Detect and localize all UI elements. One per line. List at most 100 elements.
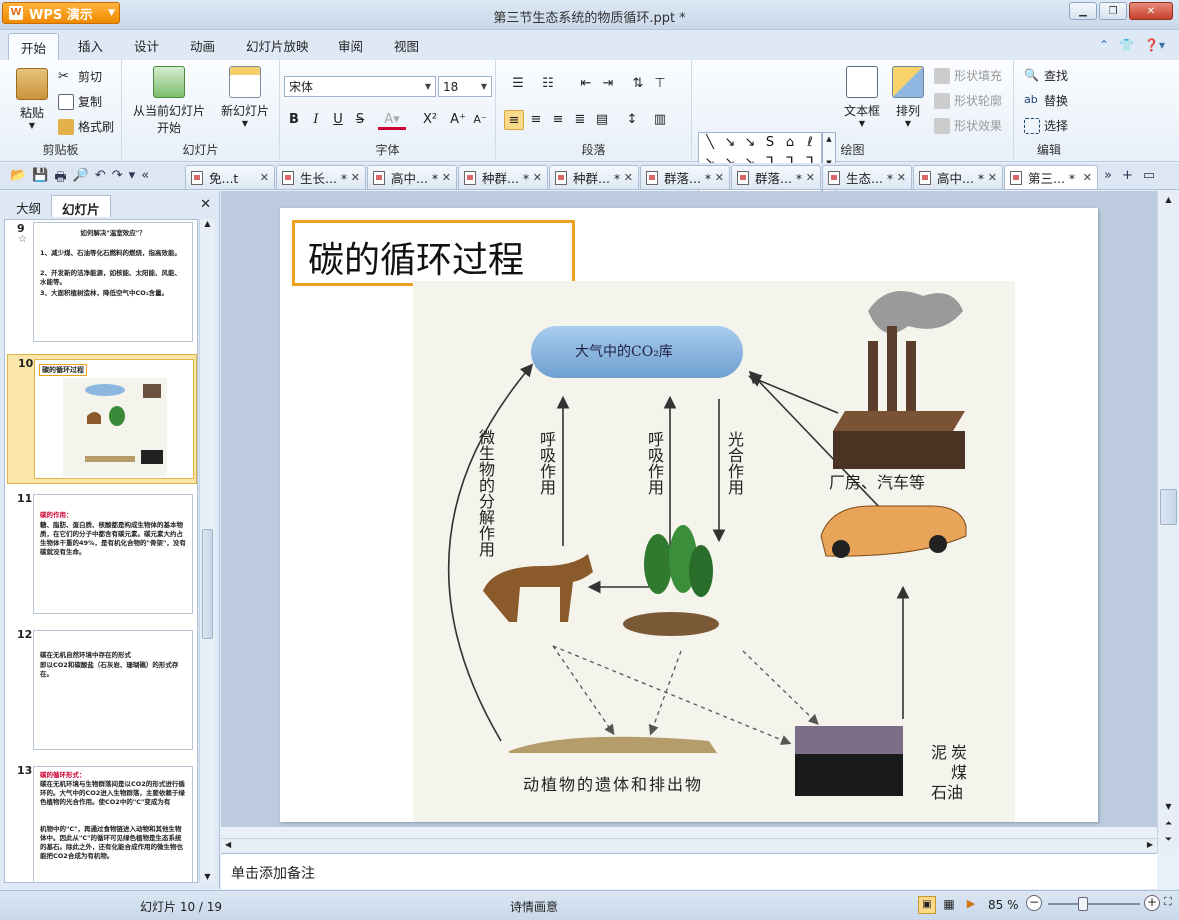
arrow-shape-icon[interactable]: ↘ (721, 134, 739, 152)
document-tab[interactable]: 高中... * ✕ (367, 165, 457, 189)
shape-outline-button[interactable]: 形状轮廓 (934, 92, 1002, 109)
document-tab[interactable]: 群落... * ✕ (731, 165, 821, 189)
bullets-icon[interactable]: ☰ (506, 74, 530, 94)
tab-animation[interactable]: 动画 (190, 36, 215, 55)
chevron-right-icon[interactable]: ▶ (1147, 840, 1153, 849)
justify-icon[interactable]: ≣ (570, 110, 590, 130)
scroll-thumb[interactable] (202, 529, 213, 639)
slide-thumbnail[interactable]: 碳的循环形式： 碳在无机环境与生物群落间是以CO2的形式进行循环的。大气中的CO… (33, 766, 193, 882)
numbering-icon[interactable]: ☷ (536, 74, 560, 94)
document-tab[interactable]: 免...t ✕ (185, 165, 275, 189)
scroll-thumb[interactable] (1160, 489, 1177, 525)
scribble-shape-icon[interactable]: ℓ (801, 134, 819, 152)
thumbnail-item[interactable]: 9 ☆ 如何解决"温室效应"？ 1、减少煤、石油等化石燃料的燃烧，指高效能。 2… (5, 220, 197, 346)
customize-icon[interactable]: ▾ (129, 168, 136, 190)
slide-canvas[interactable]: 碳的循环过程 大气中的CO₂库 微生物的分解作用 呼吸作用 呼吸作用 光合作用 … (280, 208, 1098, 822)
shape-fill-button[interactable]: 形状填充 (934, 67, 1002, 84)
shape-effect-button[interactable]: 形状效果 (934, 117, 1002, 134)
close-icon[interactable]: ✕ (806, 171, 815, 184)
editor-horizontal-scrollbar[interactable]: ◀ ▶ (221, 838, 1157, 853)
find-button[interactable]: 🔍 查找 (1024, 67, 1068, 84)
zoom-out-icon[interactable]: − (1026, 895, 1042, 911)
normal-view-icon[interactable]: ▣ (918, 896, 936, 914)
fit-window-icon[interactable]: ⛶ (1164, 895, 1172, 909)
minimize-button[interactable]: ▁ (1069, 2, 1097, 20)
previous-slide-icon[interactable]: ⏶ (1158, 819, 1179, 829)
close-icon[interactable]: ✕ (624, 171, 633, 184)
superscript-button[interactable]: X² (418, 110, 442, 130)
print-preview-icon[interactable]: 🔎 (73, 168, 89, 190)
tab-insert[interactable]: 插入 (78, 36, 103, 55)
document-tab[interactable]: 高中... * ✕ (913, 165, 1003, 189)
slide-sorter-icon[interactable]: ▦ (940, 896, 958, 914)
thumbnail-item[interactable]: 13 碳的循环形式： 碳在无机环境与生物群落间是以CO2的形式进行循环的。大气中… (5, 762, 197, 882)
slide-thumbnail[interactable]: 如何解决"温室效应"？ 1、减少煤、石油等化石燃料的燃烧，指高效能。 2、开发新… (33, 222, 193, 342)
editor-vertical-scrollbar[interactable]: ▲ ▼ ⏶ ⏷ (1157, 191, 1179, 853)
cut-button[interactable]: ✂ 剪切 (58, 68, 102, 85)
close-icon[interactable]: ✕ (351, 171, 360, 184)
document-tab[interactable]: 生长... * ✕ (276, 165, 366, 189)
replace-button[interactable]: ab 替换 (1024, 92, 1068, 109)
copy-button[interactable]: 复制 (58, 93, 102, 110)
tab-slides[interactable]: 幻灯片 (51, 195, 111, 217)
columns-icon[interactable]: ▥ (650, 110, 670, 130)
bold-button[interactable]: B (284, 110, 304, 130)
textbox-button[interactable]: 文本框 ▼ (840, 66, 884, 128)
carbon-cycle-figure[interactable]: 大气中的CO₂库 微生物的分解作用 呼吸作用 呼吸作用 光合作用 厂房、汽车等 … (413, 281, 1015, 822)
thumbnail-item[interactable]: 11 碳的作用： 糖、脂肪、蛋白质、核酸都是构成生物体的基本物质，在它们的分子中… (5, 490, 197, 616)
help-icon[interactable]: ❓▾ (1144, 38, 1165, 52)
font-family-select[interactable]: 宋体 ▼ (284, 76, 436, 97)
font-color-button[interactable]: A▾ (378, 110, 406, 130)
close-icon[interactable]: ✕ (897, 171, 906, 184)
notes-pane[interactable]: 单击添加备注 (221, 853, 1157, 889)
new-tab-icon[interactable]: + (1122, 168, 1133, 183)
slideshow-view-icon[interactable]: ▶ (962, 896, 980, 914)
tab-view[interactable]: 视图 (394, 36, 419, 55)
next-slide-icon[interactable]: ⏷ (1158, 835, 1179, 845)
document-tab[interactable]: 种群... * ✕ (549, 165, 639, 189)
chevron-up-icon[interactable]: ▲ (826, 135, 831, 143)
tab-scroll-right-icon[interactable]: » (1104, 168, 1112, 183)
text-direction-icon[interactable]: ⇅ (628, 74, 648, 94)
strikethrough-button[interactable]: S (350, 110, 370, 130)
close-icon[interactable]: ✕ (715, 171, 724, 184)
tab-design[interactable]: 设计 (134, 36, 159, 55)
select-button[interactable]: 选择 (1024, 117, 1068, 134)
document-tab[interactable]: 种群... * ✕ (458, 165, 548, 189)
undo-icon[interactable]: ↶ (95, 168, 106, 190)
save-icon[interactable]: 💾 (32, 168, 48, 190)
slide-title[interactable]: 碳的循环过程 (292, 220, 575, 286)
open-icon[interactable]: 📂 (10, 168, 26, 190)
grow-font-icon[interactable]: A⁺ (448, 110, 468, 130)
thumbnail-item-selected[interactable]: 10 碳的循环过程 (7, 354, 197, 484)
slide-thumbnail[interactable]: 碳的循环过程 (34, 359, 194, 479)
tab-home[interactable]: 开始 (8, 33, 60, 60)
app-menu-button[interactable]: W WPS 演示 ▼ (2, 2, 120, 24)
close-icon[interactable]: ✕ (200, 197, 211, 212)
zoom-in-icon[interactable]: + (1144, 895, 1160, 911)
align-center-icon[interactable]: ≡ (526, 110, 546, 130)
distribute-icon[interactable]: ▤ (592, 110, 612, 130)
shrink-font-icon[interactable]: A⁻ (470, 110, 490, 130)
chevron-left-icon[interactable]: ◀ (225, 840, 231, 849)
freeform-shape-icon[interactable]: ⌂ (781, 134, 799, 152)
arrange-button[interactable]: 排列 ▼ (888, 66, 928, 128)
restore-button[interactable]: ❐ (1099, 2, 1127, 20)
document-tab[interactable]: 群落... * ✕ (640, 165, 730, 189)
close-button[interactable]: ✕ (1129, 2, 1173, 20)
slide-thumbnail[interactable]: 碳在无机自然环境中存在的形式 即以CO2和碳酸盐（石灰岩、珊瑚礁）的形式存在。 (33, 630, 193, 750)
document-tab-active[interactable]: 第三... * ✕ (1004, 165, 1098, 189)
decrease-indent-icon[interactable]: ⇤ (576, 74, 596, 94)
line-spacing-icon[interactable]: ↕ (622, 110, 642, 130)
new-slide-button[interactable]: 新幻灯片 ▼ (218, 66, 272, 128)
play-from-current-button[interactable]: 从当前幻灯片 开始 (128, 66, 210, 136)
thumbnail-scrollbar[interactable]: ▲ ▼ (199, 219, 215, 883)
align-text-icon[interactable]: ⊤ (650, 74, 670, 94)
tab-outline[interactable]: 大纲 (6, 195, 51, 217)
tab-review[interactable]: 审阅 (338, 36, 363, 55)
chevron-up-icon[interactable]: ▲ (1158, 195, 1179, 204)
skin-icon[interactable]: 👕 (1119, 38, 1134, 52)
underline-button[interactable]: U (328, 110, 348, 130)
zoom-slider[interactable] (1048, 903, 1140, 905)
align-right-icon[interactable]: ≡ (548, 110, 568, 130)
